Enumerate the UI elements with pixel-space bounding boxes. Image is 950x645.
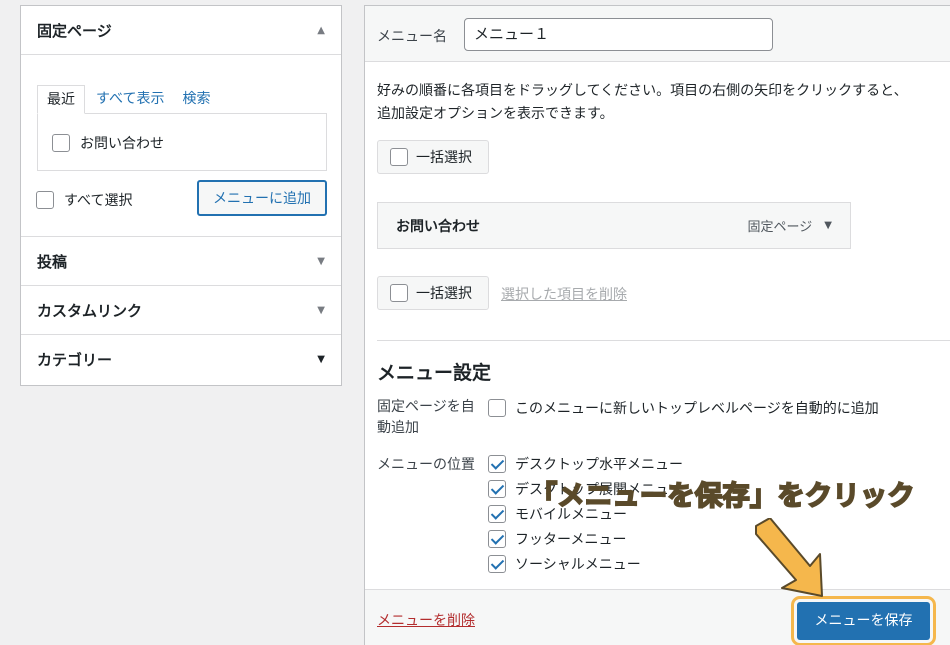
location-label-social: ソーシャルメニュー <box>515 556 641 573</box>
menu-name-label: メニュー名 <box>377 29 447 45</box>
location-row[interactable]: ソーシャルメニュー <box>488 554 683 573</box>
menu-item-type: 固定ページ <box>747 220 813 235</box>
menu-name-bar: メニュー名 メニュー１ <box>365 6 950 62</box>
location-row[interactable]: デスクトップ水平メニュー <box>488 454 683 473</box>
tab-recent[interactable]: 最近 <box>37 85 85 114</box>
auto-add-option-label: このメニューに新しいトップレベルページを自動的に追加 <box>515 401 879 417</box>
menu-item[interactable]: お問い合わせ 固定ページ ▼ <box>377 202 851 249</box>
posts-title: 投稿 <box>37 252 68 271</box>
delete-menu-link[interactable]: メニューを削除 <box>377 610 475 630</box>
location-checkbox[interactable] <box>488 504 506 523</box>
menu-structure-panel: メニュー名 メニュー１ 好みの順番に各項目をドラッグしてください。項目の右側の矢… <box>364 5 950 645</box>
page-label: お問い合わせ <box>80 136 164 152</box>
instruction-annotation: 「メニューを保存」をクリック <box>529 480 916 513</box>
menu-item-sources-panel: 固定ページ ▲ 最近 すべて表示 検索 お問い合わせ すべて選択 メニューに追加… <box>20 5 342 386</box>
expand-arrow-icon[interactable]: ▼ <box>317 256 325 267</box>
select-all-row[interactable]: すべて選択 <box>36 190 132 210</box>
auto-add-checkbox[interactable] <box>488 399 506 417</box>
menu-footer-bar: メニューを削除 メニューを保存 <box>365 589 950 645</box>
fixed-pages-title: 固定ページ <box>37 21 112 40</box>
categories-title: カテゴリー <box>37 351 113 369</box>
page-checkbox[interactable] <box>52 134 70 152</box>
custom-links-section-header[interactable]: カスタムリンク ▼ <box>21 286 341 335</box>
tab-search[interactable]: 検索 <box>173 85 219 114</box>
tab-view-all[interactable]: すべて表示 <box>87 85 173 114</box>
bulk-select-checkbox[interactable] <box>390 148 408 166</box>
bulk-select-label: 一括選択 <box>416 150 472 166</box>
drag-instructions: 好みの順番に各項目をドラッグしてください。項目の右側の矢印をクリックすると、追加… <box>377 83 908 122</box>
expand-arrow-icon[interactable]: ▼ <box>317 354 325 365</box>
bulk-select-top[interactable]: 一括選択 <box>377 140 489 174</box>
menu-settings-title: メニュー設定 <box>377 362 492 384</box>
location-label: メニューの位置 <box>377 457 475 473</box>
select-all-label: すべて選択 <box>64 193 133 209</box>
fixed-pages-section-header[interactable]: 固定ページ ▲ <box>21 6 341 55</box>
collapse-arrow-icon[interactable]: ▲ <box>317 25 325 36</box>
save-menu-button[interactable]: メニューを保存 <box>791 596 936 645</box>
posts-section-header[interactable]: 投稿 ▼ <box>21 237 341 286</box>
fixed-pages-tabs: 最近 すべて表示 検索 <box>37 85 219 114</box>
bulk-select-label: 一括選択 <box>416 286 472 302</box>
location-checkbox[interactable] <box>488 529 506 548</box>
location-checkbox[interactable] <box>488 554 506 573</box>
add-to-menu-button[interactable]: メニューに追加 <box>197 180 327 216</box>
location-label-footer: フッターメニュー <box>515 531 627 548</box>
expand-arrow-icon[interactable]: ▼ <box>824 220 832 231</box>
auto-add-label: 固定ページを自動追加 <box>377 399 475 436</box>
location-checkbox[interactable] <box>488 454 506 473</box>
location-checkbox[interactable] <box>488 479 506 498</box>
bulk-select-checkbox[interactable] <box>390 284 408 302</box>
menu-item-title: お問い合わせ <box>396 218 480 235</box>
list-item[interactable]: お問い合わせ <box>52 133 164 153</box>
custom-links-title: カスタムリンク <box>37 301 143 320</box>
menu-name-input[interactable]: メニュー１ <box>464 18 773 51</box>
delete-selected-link[interactable]: 選択した項目を削除 <box>501 284 627 304</box>
auto-add-row[interactable]: このメニューに新しいトップレベルページを自動的に追加 <box>488 398 879 418</box>
expand-arrow-icon[interactable]: ▼ <box>317 305 325 316</box>
categories-section-header[interactable]: カテゴリー ▼ <box>21 335 341 384</box>
divider <box>377 340 950 341</box>
menu-locations-list: デスクトップ水平メニュー デスクトップ展開メニュー モバイルメニュー フッターメ… <box>488 454 683 573</box>
select-all-checkbox[interactable] <box>36 191 54 209</box>
location-label-desktop-horizontal: デスクトップ水平メニュー <box>515 456 683 473</box>
fixed-pages-section-body: 最近 すべて表示 検索 お問い合わせ すべて選択 メニューに追加 <box>21 55 341 237</box>
bulk-select-bottom[interactable]: 一括選択 <box>377 276 489 310</box>
location-row[interactable]: フッターメニュー <box>488 529 683 548</box>
fixed-pages-list: お問い合わせ <box>37 113 327 171</box>
pointer-arrow-icon <box>755 518 823 597</box>
